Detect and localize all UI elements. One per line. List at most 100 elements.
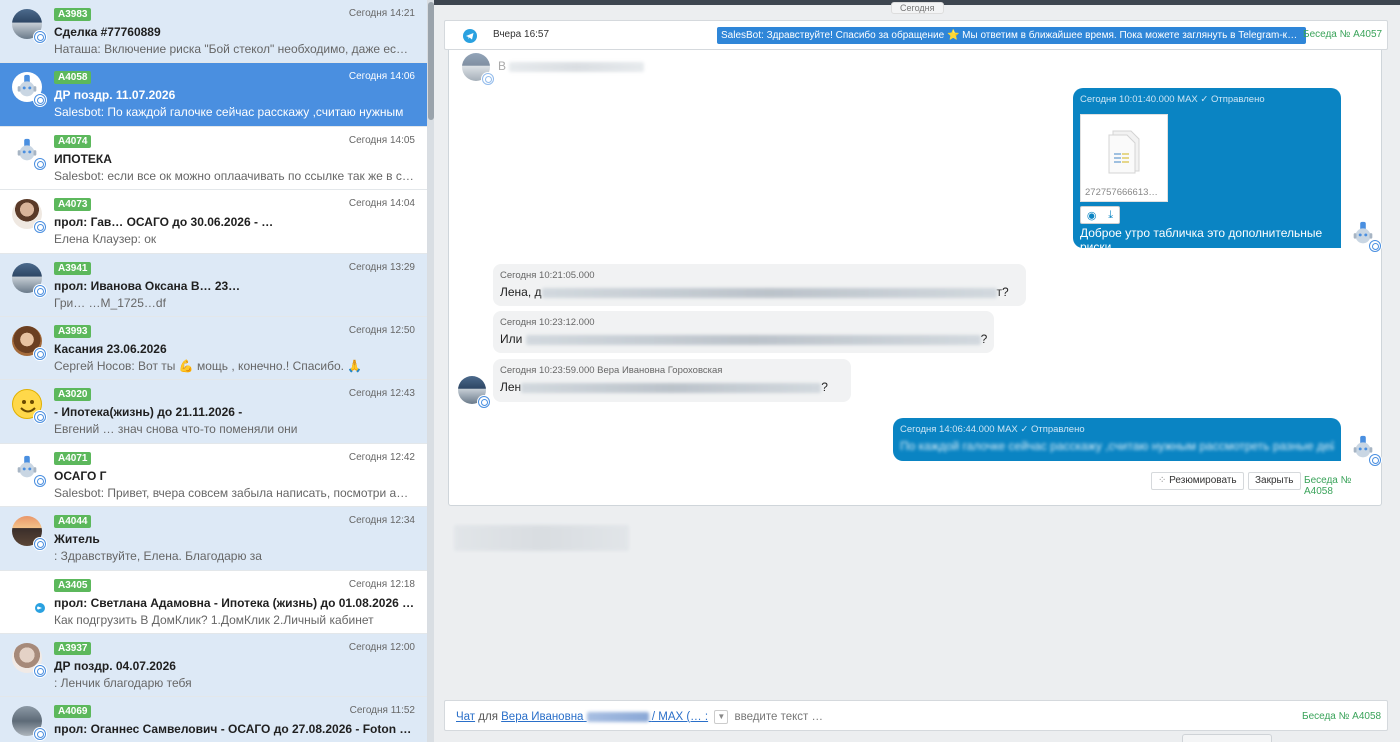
conversation-badge: A3937	[54, 641, 92, 655]
telegram-icon	[463, 29, 477, 43]
message-text: Лен?	[500, 380, 828, 394]
conversation-preview: Salesbot: По каждой галочке сейчас расск…	[54, 105, 404, 120]
conversation-title: Житель	[54, 532, 100, 547]
max-source-icon	[34, 221, 46, 234]
notice-message[interactable]: SalesBot: Здравствуйте! Спасибо за обращ…	[717, 27, 1306, 44]
message-meta: Сегодня 10:01:40.000 MAX ✓ Отправлено	[1080, 94, 1265, 105]
conversation-time: Сегодня 12:42	[348, 451, 415, 463]
preview-eye-icon[interactable]: ◉	[1087, 209, 1097, 222]
bot-avatar	[12, 135, 46, 170]
sea-avatar	[12, 9, 46, 43]
conversation-time: Сегодня 13:29	[348, 261, 415, 273]
blank-avatar	[12, 579, 46, 614]
conversation-item[interactable]: A4073 Сегодня 14:04 прол: Гав… ОСАГО до 30…	[0, 190, 427, 254]
conversation-time: Сегодня 14:04	[348, 198, 415, 210]
chat-type-link[interactable]: Чат	[456, 711, 475, 723]
incoming-message: Сегодня 10:23:59.000 Вера Ивановна Горох…	[493, 359, 851, 402]
input-beseda-link[interactable]: Беседа № А4058	[1302, 711, 1381, 722]
conversation-preview: : Здравствуйте, Елена. Благодарю за	[54, 549, 262, 564]
conversation-time: Сегодня 11:52	[349, 705, 415, 717]
beseda-link[interactable]: Беседа № А4058	[1304, 475, 1381, 497]
conversation-item[interactable]: A3983 Сегодня 14:21 Сделка #77760889 Наташа…	[0, 0, 427, 64]
sender-name: В	[498, 59, 507, 73]
chevron-down-icon[interactable]: ▼	[714, 710, 729, 724]
conversation-title: ДР поздр. 11.07.2026	[54, 88, 176, 103]
conversation-title: Касания 23.06.2026	[54, 341, 167, 356]
incoming-message: Сегодня 10:21:05.000 Лена, д т?	[493, 264, 1026, 306]
sunset-avatar	[12, 516, 46, 551]
incoming-message: Сегодня 10:23:12.000 Или ?	[493, 311, 994, 353]
message-input-bar[interactable]: Чат для Вера Ивановна / MAX (… : ▼ введи…	[444, 700, 1388, 731]
conversation-preview: Salesbot: Привет, вчера совсем забыла на…	[54, 485, 415, 500]
download-icon[interactable]: ⤓	[1108, 209, 1113, 222]
close-button[interactable]: Закрыть	[1248, 472, 1301, 490]
conversation-time: Сегодня 12:43	[348, 388, 415, 400]
message-text: Лена, д т?	[500, 285, 1009, 299]
message-input[interactable]: введите текст …	[734, 711, 823, 723]
conversation-item[interactable]: A3937 Сегодня 12:00 ДР поздр. 04.07.2026: …	[0, 633, 427, 698]
max-source-icon	[478, 396, 490, 408]
girl-avatar	[12, 199, 46, 234]
conversation-time: Сегодня 14:05	[348, 134, 415, 146]
conversation-badge: A3941	[54, 261, 92, 275]
gray-avatar	[12, 706, 46, 741]
conversation-badge: A4074	[54, 134, 92, 148]
bot-avatar	[1349, 434, 1381, 466]
max-source-icon	[1369, 240, 1381, 252]
conversation-time: Сегодня 12:18	[348, 578, 415, 590]
conversation-title: прол: Гав… ОСАГО до 30.06.2026 - …	[54, 215, 274, 230]
conversation-time: Сегодня 12:50	[348, 324, 415, 336]
max-source-icon	[34, 664, 46, 677]
pale-avatar	[12, 642, 46, 677]
notice-beseda-link[interactable]: Беседа № А4057	[1303, 29, 1382, 40]
bottom-tab[interactable]	[1182, 734, 1272, 742]
max-source-icon	[34, 728, 46, 741]
conversation-badge: A4073	[54, 198, 92, 212]
conversation-badge: A4069	[54, 705, 92, 719]
max-source-icon	[34, 411, 46, 424]
conversation-title: - Ипотека(жизнь) до 21.11.2026 -	[54, 405, 243, 420]
notice-time: Вчера 16:57	[493, 29, 550, 40]
recipient-link[interactable]: Вера Ивановна / MAX (… :	[501, 711, 708, 723]
conversation-badge: A3020	[54, 388, 92, 402]
input-row: Чат для Вера Ивановна / MAX (… : ▼ введи…	[456, 710, 823, 724]
conversation-time: Сегодня 14:21	[348, 8, 415, 19]
bot-avatar	[12, 452, 46, 487]
conversation-preview: Salesbot: если все ок можно оплаачивать …	[54, 168, 415, 183]
conversation-item[interactable]: A3941 Сегодня 13:29 прол: Иванова Оксана В…	[0, 253, 427, 317]
outgoing-file-message: Сегодня 10:01:40.000 MAX ✓ Отправлено 27…	[1073, 88, 1341, 254]
blurred-name	[509, 62, 644, 72]
file-attachment[interactable]: 272757666613…	[1080, 114, 1168, 202]
blurred-placeholder	[454, 525, 629, 551]
sender-avatar	[458, 376, 490, 408]
conversation-title: Сделка #77760889	[54, 25, 161, 39]
conversation-title: ИПОТЕКА	[54, 151, 112, 166]
sender-avatar	[462, 53, 494, 85]
conversation-item[interactable]: A4044 Сегодня 12:34 Житель: Здравствуйте, …	[0, 507, 427, 571]
conversation-badge: A3983	[54, 8, 92, 21]
max-source-icon	[1369, 454, 1381, 466]
document-icon	[1108, 130, 1140, 174]
conversation-preview: Гри… …M_1725…df	[54, 295, 166, 310]
summarize-button[interactable]: ⁘ Резюмировать	[1151, 472, 1244, 490]
previous-conversation-notice[interactable]: Вчера 16:57 SalesBot: Здравствуйте! Спас…	[444, 20, 1388, 50]
conversation-badge: A3405	[54, 578, 92, 592]
max-source-icon	[34, 474, 46, 487]
conversation-item[interactable]: A4074 Сегодня 14:05 ИПОТЕКА Salesbot: если …	[0, 126, 427, 191]
conversation-time: Сегодня 14:06	[348, 71, 415, 83]
conversation-item[interactable]: A4071 Сегодня 12:42 ОСАГО Г Salesbot: Приве…	[0, 443, 427, 508]
conversation-title: прол: Оганнес Самвелович - ОСАГО до 27.0…	[54, 722, 415, 737]
bot-avatar	[12, 72, 46, 107]
max-source-icon	[34, 347, 46, 360]
max-source-icon	[34, 31, 46, 43]
conversation-item[interactable]: A3405 Сегодня 12:18 прол: Светлана Адамовн…	[0, 570, 427, 634]
conversation-time: Сегодня 12:00	[348, 641, 415, 653]
conversation-item[interactable]: A3020 Сегодня 12:43 - Ипотека(жизнь) до 21…	[0, 380, 427, 444]
conversation-item[interactable]: A3993 Сегодня 12:50 Касания 23.06.2026 Серг…	[0, 316, 427, 381]
conversation-preview: Евгений … знач снова что-то поменяли они	[54, 422, 298, 437]
file-actions: ◉ ⤓	[1080, 206, 1120, 224]
max-source-icon	[34, 94, 46, 107]
conversation-preview: Как подгрузить В ДомКлик? 1.ДомКлик 2.Ли…	[54, 612, 374, 627]
conversation-item[interactable]: A4058 Сегодня 14:06 ДР поздр. 11.07.2026 Sa…	[0, 63, 427, 127]
conversation-item[interactable]: A4069 Сегодня 11:52 прол: Оганнес Самвелов…	[0, 697, 427, 742]
